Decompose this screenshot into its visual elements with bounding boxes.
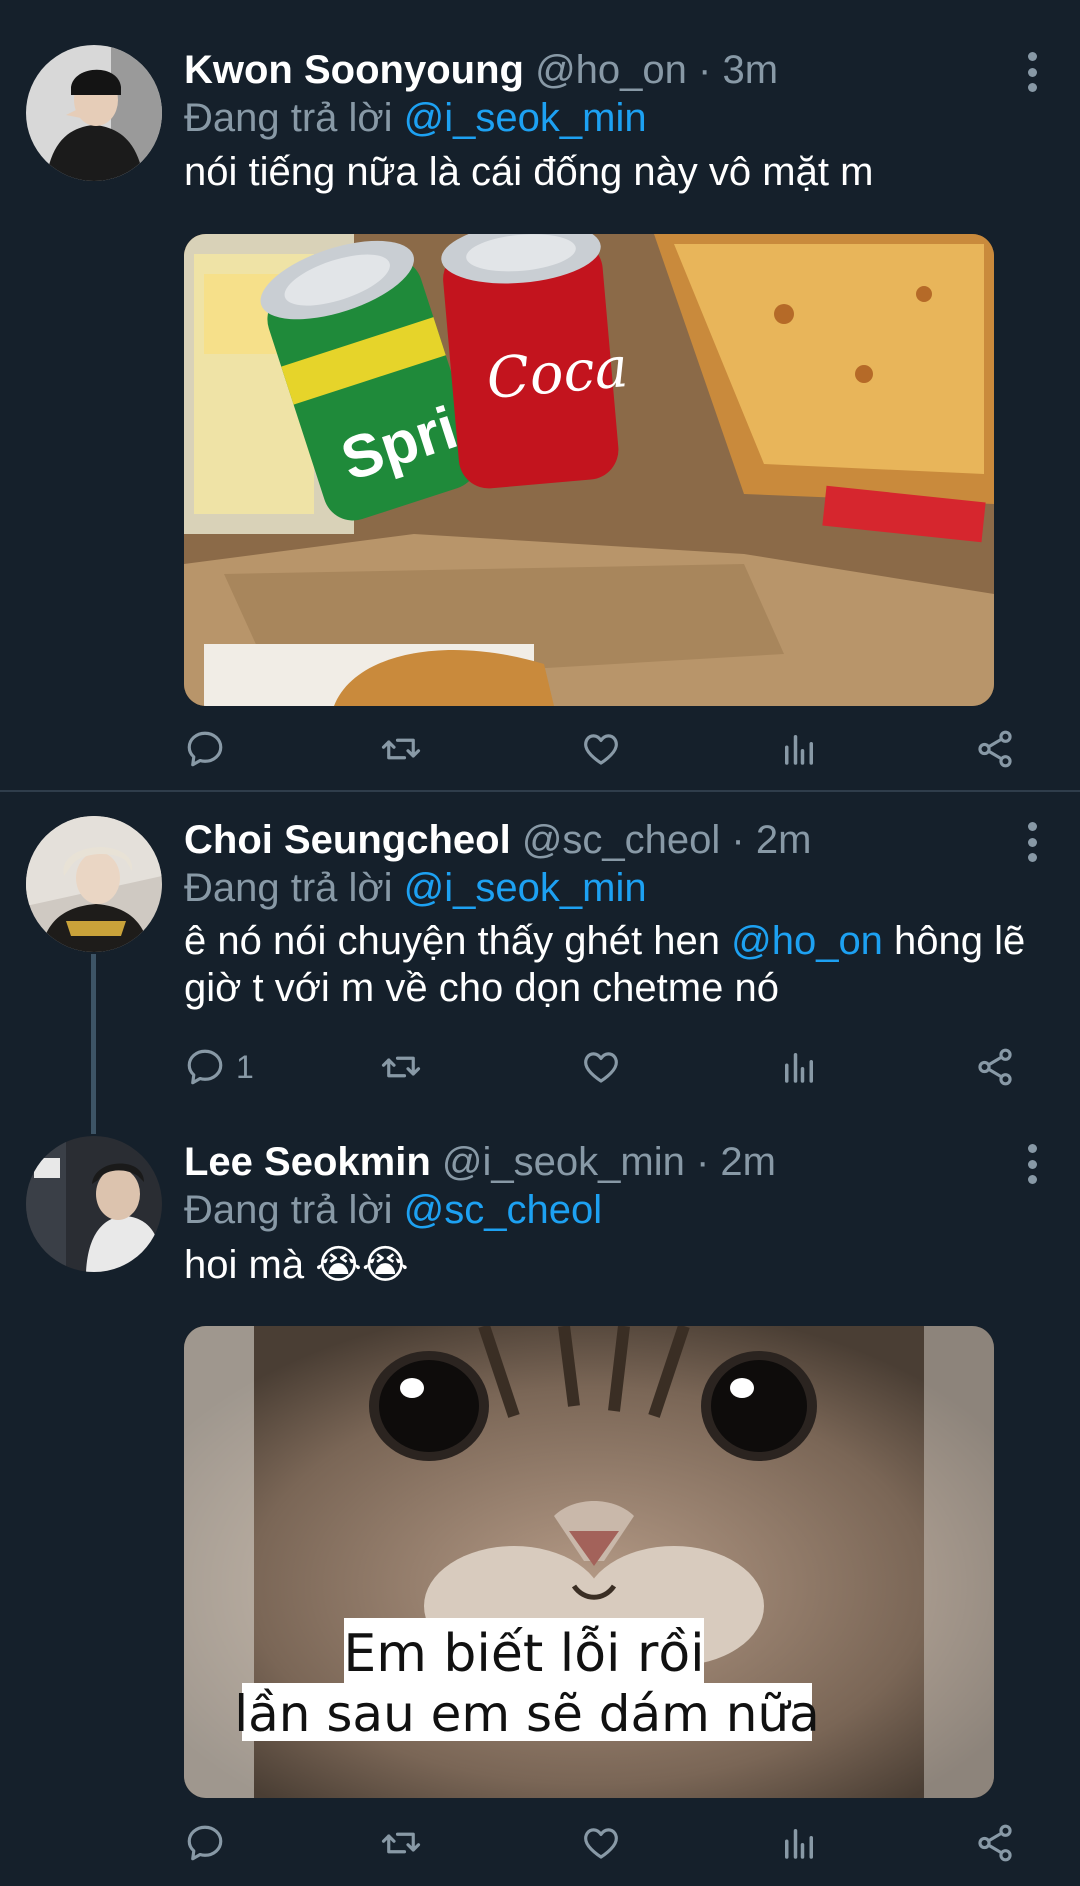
analytics-button[interactable]: [778, 724, 820, 774]
replying-to-label: Đang trả lời: [184, 866, 393, 910]
more-icon[interactable]: [1016, 52, 1048, 92]
author-name[interactable]: Lee Seokmin: [184, 1140, 431, 1184]
image-caption-line1: Em biết lỗi rồi: [343, 1624, 704, 1684]
retweet-icon: [381, 1056, 421, 1078]
tweet-actions: [184, 1818, 1034, 1868]
avatar[interactable]: [26, 45, 162, 181]
author-handle[interactable]: @i_seok_min: [442, 1140, 685, 1184]
tweet-text: hoi mà 😭😭: [184, 1243, 409, 1287]
image-caption-line2: lần sau em sẽ dám nữa: [234, 1685, 819, 1743]
tweet-text: ê nó nói chuyện thấy ghét hen @ho_on hôn…: [184, 918, 1040, 1012]
reply-count: 1: [236, 1048, 254, 1085]
reply-button[interactable]: [184, 1818, 236, 1868]
separator: ·: [695, 1140, 710, 1184]
tweet-actions: 1: [184, 1042, 1034, 1092]
tweet-text: nói tiếng nữa là cái đống này vô mặt m: [184, 150, 874, 194]
like-icon: [584, 734, 618, 765]
replying-to-label: Đang trả lời: [184, 96, 393, 140]
separator: ·: [698, 48, 712, 92]
share-button[interactable]: [974, 724, 1016, 774]
replying-to-mention[interactable]: @sc_cheol: [404, 1188, 602, 1232]
like-button[interactable]: [580, 724, 622, 774]
tweet[interactable]: Lee Seokmin @i_seok_min · 2m Đang trả lờ…: [0, 1132, 1080, 1886]
analytics-icon: [785, 1829, 813, 1859]
tweet[interactable]: Choi Seungcheol @sc_cheol · 2m Đang trả …: [0, 792, 1080, 1134]
like-button[interactable]: [580, 1818, 622, 1868]
analytics-button[interactable]: [778, 1818, 820, 1868]
reply-icon: [187, 731, 223, 767]
reply-icon: [187, 1825, 223, 1861]
reply-button[interactable]: 1: [184, 1042, 254, 1092]
timestamp[interactable]: 2m: [720, 1140, 776, 1184]
retweet-button[interactable]: [380, 1818, 422, 1868]
retweet-button[interactable]: [380, 724, 422, 774]
retweet-icon: [381, 738, 421, 760]
retweet-icon: [381, 1832, 421, 1854]
analytics-icon: [785, 1053, 813, 1083]
author-handle[interactable]: @ho_on: [535, 48, 687, 92]
like-button[interactable]: [580, 1042, 622, 1092]
analytics-icon: [785, 735, 813, 765]
timestamp[interactable]: 2m: [756, 818, 812, 862]
like-icon: [584, 1828, 618, 1859]
share-button[interactable]: [974, 1818, 1016, 1868]
tweet-actions: [184, 724, 1034, 774]
replying-to-label: Đang trả lời: [184, 1188, 393, 1232]
separator: ·: [731, 818, 745, 862]
replying-to-mention[interactable]: @i_seok_min: [404, 96, 647, 140]
can-label: Coca: [484, 335, 630, 412]
tweet-text-part: ê nó nói chuyện thấy ghét hen: [184, 919, 732, 963]
tweet[interactable]: Kwon Soonyoung @ho_on · 3m Đang trả lời …: [0, 0, 1080, 790]
share-icon: [978, 1048, 1012, 1086]
tweet-image[interactable]: Em biết lỗi rồi lần sau em sẽ dám nữa: [184, 1326, 994, 1798]
reply-button[interactable]: [184, 724, 236, 774]
like-icon: [584, 1052, 618, 1083]
author-name[interactable]: Choi Seungcheol: [184, 818, 511, 862]
author-name[interactable]: Kwon Soonyoung: [184, 48, 524, 92]
replying-to-mention[interactable]: @i_seok_min: [404, 866, 647, 910]
reply-icon: [187, 1049, 223, 1085]
analytics-button[interactable]: [778, 1042, 820, 1092]
tweet-mention[interactable]: @ho_on: [731, 919, 883, 963]
more-icon[interactable]: [1016, 1144, 1048, 1184]
timestamp[interactable]: 3m: [723, 48, 779, 92]
retweet-button[interactable]: [380, 1042, 422, 1092]
author-handle[interactable]: @sc_cheol: [522, 818, 720, 862]
avatar[interactable]: [26, 816, 162, 952]
thread-line: [91, 954, 96, 1134]
share-button[interactable]: [974, 1042, 1016, 1092]
share-icon: [978, 730, 1012, 768]
share-icon: [978, 1824, 1012, 1862]
tweet-image[interactable]: Spri Coca: [184, 234, 994, 706]
avatar[interactable]: [26, 1136, 162, 1272]
more-icon[interactable]: [1016, 822, 1048, 862]
